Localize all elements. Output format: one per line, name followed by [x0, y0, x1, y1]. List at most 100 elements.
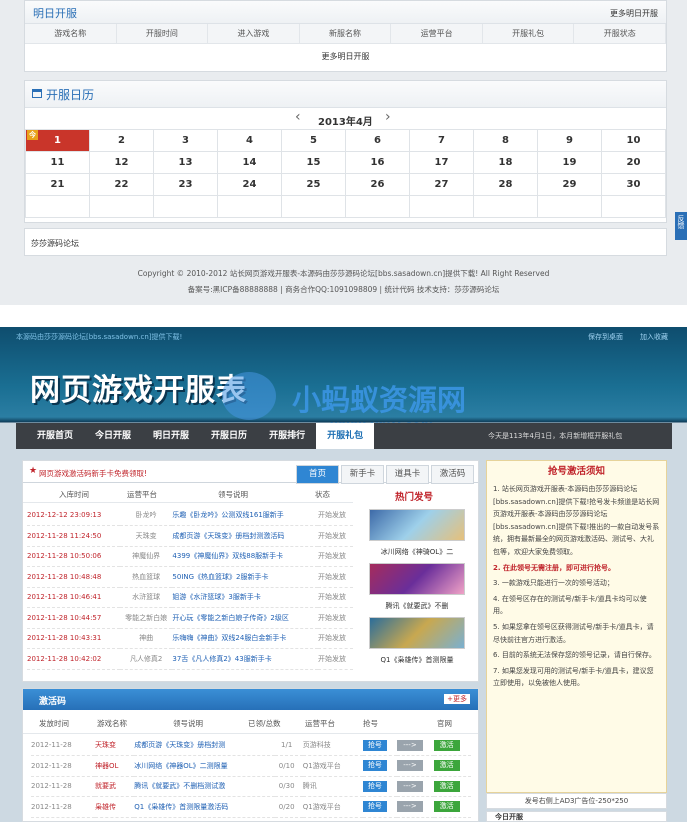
activation-row: 2012-11-28 神器OL 冰川网络《神器OL》二测限量 0/10 Q1游戏平台 抢号… [31, 755, 471, 777]
gift-desc[interactable]: 乐嗨嗨《神曲》双线24服白金新手卡 [172, 628, 318, 649]
calendar-day[interactable] [153, 195, 218, 218]
nav-item[interactable]: 开服首页 [26, 423, 84, 449]
calendar-day[interactable]: 29 [537, 173, 602, 196]
gift-platform: 凡人修真2 [119, 648, 173, 670]
calendar-day[interactable] [89, 195, 154, 218]
calendar-day[interactable]: 21 [25, 173, 90, 196]
act-desc[interactable]: Q1《枭雄传》首测限量激活码 [134, 796, 275, 818]
nav-item[interactable]: 今日开服 [84, 423, 142, 449]
tao-button[interactable]: ---> [397, 739, 423, 751]
calendar-day[interactable]: 25 [281, 173, 346, 196]
act-game[interactable]: 就要武 [94, 776, 135, 797]
hot-item[interactable]: 冰川网络《神骑OL》二 [363, 509, 471, 557]
calendar-day[interactable] [473, 195, 538, 218]
hot-item-image[interactable] [369, 563, 465, 595]
calendar-day[interactable]: 11 [25, 151, 90, 174]
gift-tab[interactable]: 激活码 [431, 465, 474, 484]
calendar-day[interactable]: 14 [217, 151, 282, 174]
nav-item[interactable]: 明日开服 [142, 423, 200, 449]
add-favorite-link[interactable]: 加入收藏 [640, 332, 668, 342]
hot-item-title[interactable]: 冰川网络《神骑OL》二 [363, 547, 471, 557]
calendar-day[interactable] [345, 195, 410, 218]
gift-tab[interactable]: 道具卡 [386, 465, 429, 484]
hot-item-image[interactable] [369, 509, 465, 541]
hot-item-title[interactable]: Q1《枭雄传》首测限量 [363, 655, 471, 665]
next-month-button[interactable]: › [385, 109, 391, 125]
calendar-day[interactable]: 18 [473, 151, 538, 174]
calendar-day[interactable]: 16 [345, 151, 410, 174]
calendar-day[interactable]: 10 [601, 129, 666, 152]
act-desc[interactable]: 腾讯《就要武》不删档测试激 [134, 776, 275, 797]
hot-item[interactable]: 腾讯《就要武》不删 [363, 563, 471, 611]
save-desktop-link[interactable]: 保存到桌面 [588, 332, 623, 342]
calendar-day[interactable]: 1今 [25, 129, 90, 152]
feedback-side-tab[interactable]: 反馈 [675, 212, 687, 240]
calendar-day[interactable]: 23 [153, 173, 218, 196]
grab-button[interactable]: 抢号 [362, 760, 387, 772]
calendar-day[interactable]: 22 [89, 173, 154, 196]
activation-more-link[interactable]: +更多 [444, 694, 470, 704]
nav-item[interactable]: 开服日历 [200, 423, 258, 449]
site-button[interactable]: 激活 [433, 739, 460, 751]
calendar-day[interactable]: 15 [281, 151, 346, 174]
tomorrow-more-row[interactable]: 更多明日开服 [25, 44, 666, 70]
calendar-day[interactable]: 30 [601, 173, 666, 196]
calendar-day[interactable]: 28 [473, 173, 538, 196]
calendar-day[interactable]: 5 [281, 129, 346, 152]
calendar-day[interactable] [409, 195, 474, 218]
gift-desc[interactable]: 乐趣《卧龙吟》公测双线161服新手 [172, 505, 318, 526]
gift-desc[interactable]: 姐游《水浒篮球》3服新手卡 [172, 587, 318, 608]
calendar-day[interactable]: 20 [601, 151, 666, 174]
hot-item-title[interactable]: 腾讯《就要武》不删 [363, 601, 471, 611]
tomorrow-more-link[interactable]: 更多明日开服 [610, 8, 658, 19]
calendar-day[interactable] [281, 195, 346, 218]
hot-item-image[interactable] [369, 617, 465, 649]
calendar-day[interactable]: 26 [345, 173, 410, 196]
hot-item[interactable]: Q1《枭雄传》首测限量 [363, 617, 471, 665]
calendar-day[interactable]: 2 [89, 129, 154, 152]
calendar-day[interactable]: 17 [409, 151, 474, 174]
site-button[interactable]: 激活 [433, 760, 460, 772]
gift-tab[interactable]: 新手卡 [341, 465, 384, 484]
calendar-day[interactable]: 12 [89, 151, 154, 174]
nav-item[interactable]: 开服排行 [258, 423, 316, 449]
calendar-day[interactable]: 6 [345, 129, 410, 152]
nav-item[interactable]: 开服礼包 [316, 423, 375, 449]
calendar-day[interactable]: 8 [473, 129, 538, 152]
links-label[interactable]: 莎莎源码论坛 [31, 238, 79, 249]
calendar-day[interactable] [25, 195, 90, 218]
tao-button[interactable]: ---> [397, 760, 423, 772]
calendar-day[interactable]: 19 [537, 151, 602, 174]
tao-button[interactable]: ---> [397, 780, 423, 792]
site-logo[interactable]: 网页游戏开服表 [30, 365, 247, 409]
calendar-day[interactable]: 27 [409, 173, 474, 196]
calendar-day[interactable]: 4 [217, 129, 282, 152]
act-desc[interactable]: 冰川网络《神器OL》二测限量 [134, 755, 275, 777]
act-game[interactable]: 枭雄传 [94, 796, 135, 818]
prev-month-button[interactable]: ‹ [295, 109, 301, 125]
calendar-day[interactable] [217, 195, 282, 218]
gift-tab[interactable]: 首页 [296, 465, 339, 484]
gift-desc[interactable]: 4399《神魔仙界》双线88服新手卡 [172, 546, 318, 567]
gift-desc[interactable]: 开心玩《零能之新白娘子传奇》2级区 [172, 607, 318, 629]
gift-desc[interactable]: 50ING《热血篮球》2服新手卡 [172, 566, 318, 588]
act-game[interactable]: 神器OL [94, 755, 135, 777]
site-button[interactable]: 激活 [433, 801, 460, 813]
calendar-day[interactable] [537, 195, 602, 218]
calendar-day[interactable]: 13 [153, 151, 218, 174]
grab-button[interactable]: 抢号 [362, 801, 387, 813]
act-game[interactable]: 天珠变 [94, 735, 135, 756]
grab-button[interactable]: 抢号 [362, 780, 387, 792]
gift-notice[interactable]: 网页游戏激活码新手卡免费领取! [39, 468, 147, 479]
gift-desc[interactable]: 成都页游《天珠变》册档封测激活码 [172, 525, 318, 547]
tao-button[interactable]: ---> [397, 801, 423, 813]
grab-button[interactable]: 抢号 [362, 739, 387, 751]
gift-desc[interactable]: 37舌《凡人修真2》43服新手卡 [172, 648, 318, 670]
calendar-day[interactable]: 7 [409, 129, 474, 152]
act-desc[interactable]: 成都页游《天珠变》册档封测 [134, 735, 275, 756]
site-button[interactable]: 激活 [433, 780, 460, 792]
calendar-day[interactable] [601, 195, 666, 218]
calendar-day[interactable]: 9 [537, 129, 602, 152]
calendar-day[interactable]: 3 [153, 129, 218, 152]
calendar-day[interactable]: 24 [217, 173, 282, 196]
